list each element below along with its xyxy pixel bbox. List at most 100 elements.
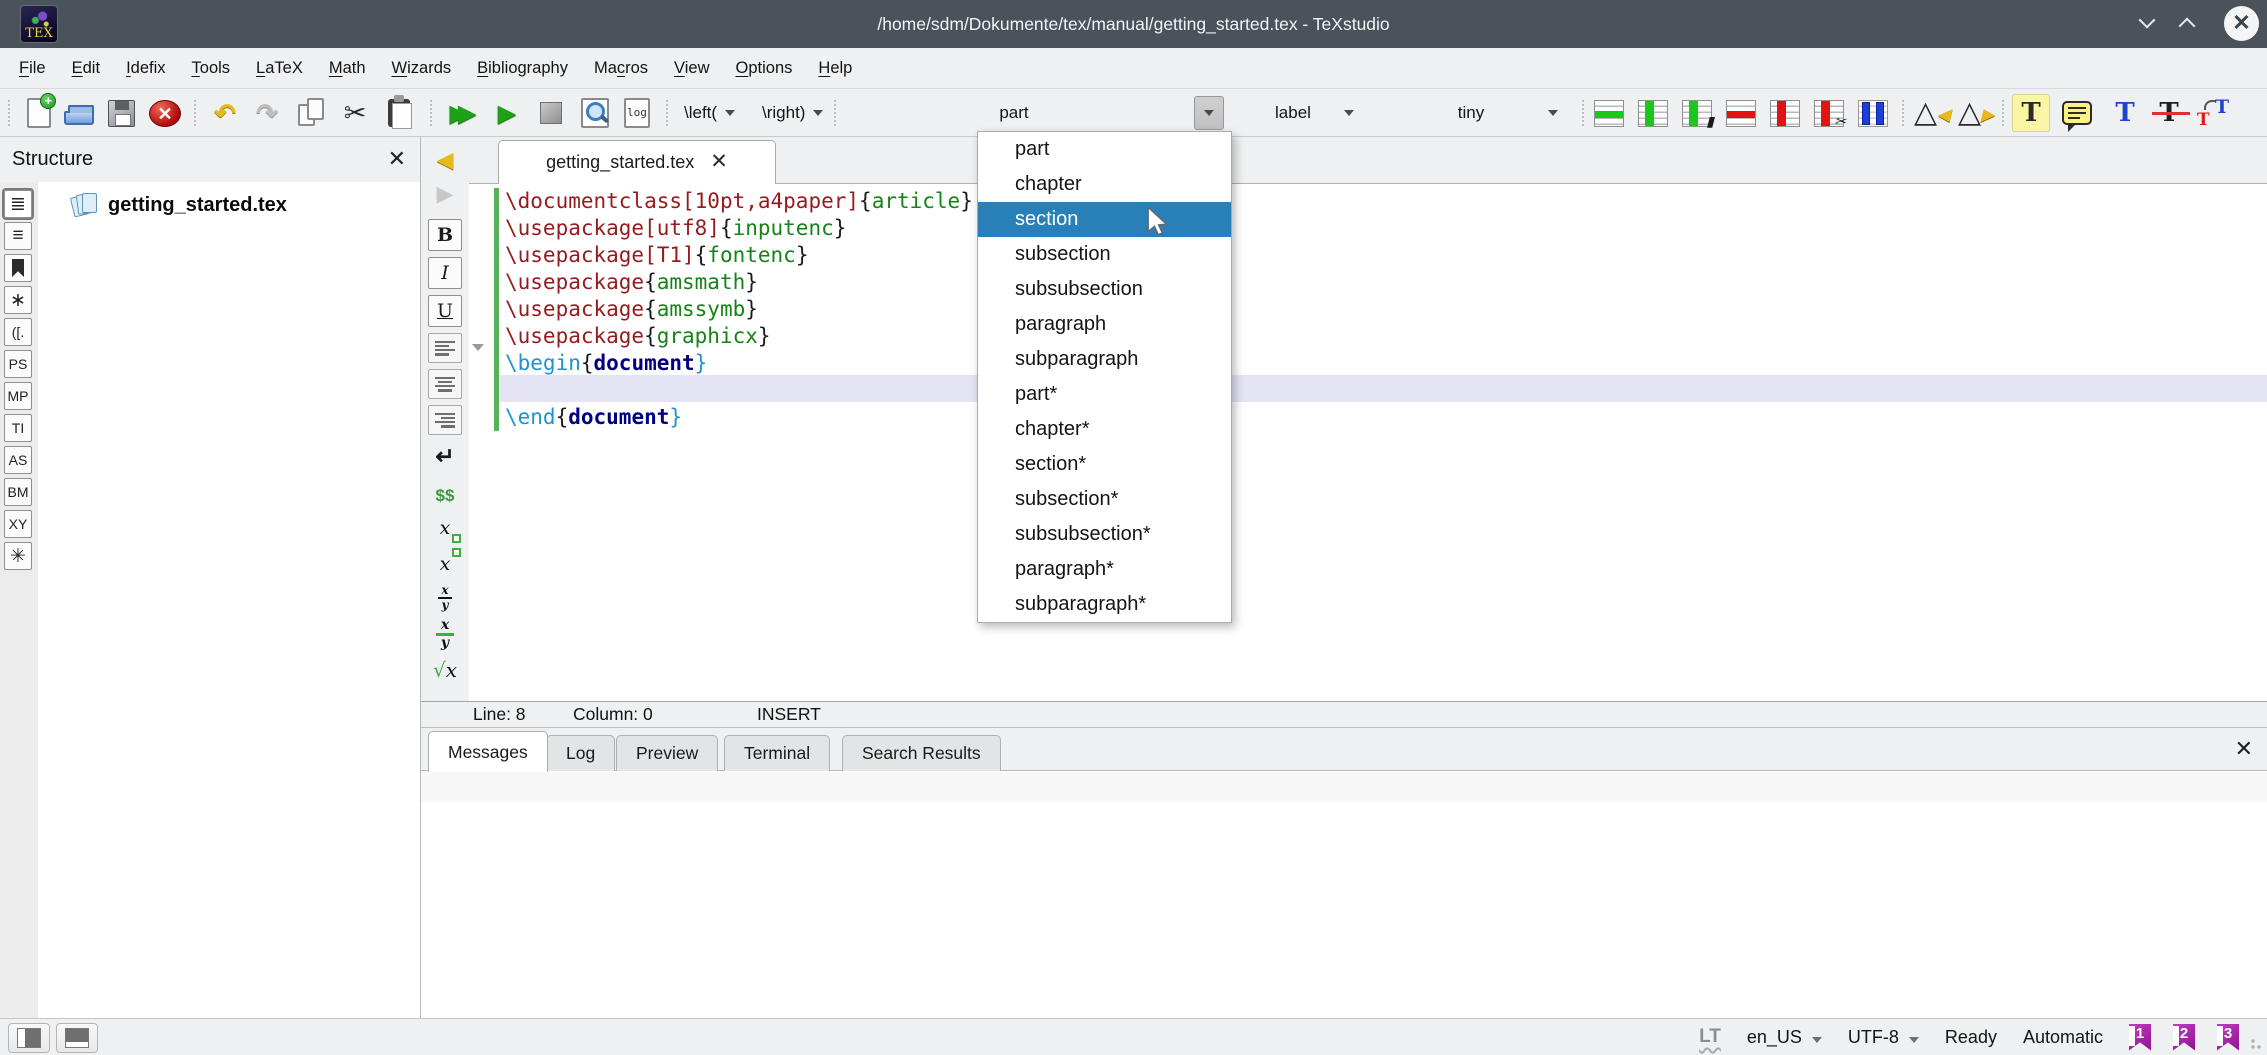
menu-wizards[interactable]: Wizards bbox=[379, 48, 465, 89]
previous-change-button[interactable]: △◀ bbox=[1910, 94, 1948, 132]
document-tab[interactable]: getting_started.tex ✕ bbox=[498, 140, 776, 184]
languagetool-indicator[interactable]: LT bbox=[1699, 1026, 1721, 1048]
toolbar-grip[interactable] bbox=[2002, 100, 2006, 126]
dropdown-item-subsubsection-star[interactable]: subsubsection* bbox=[978, 517, 1231, 552]
align-table-columns-button[interactable] bbox=[1854, 94, 1892, 132]
code-line-1[interactable]: \documentclass[10pt,a4paper]{article} bbox=[505, 188, 2267, 215]
toolbar-grip[interactable] bbox=[834, 100, 838, 126]
panel-tab-log[interactable]: Log bbox=[546, 735, 615, 771]
dropdown-item-paragraph-star[interactable]: paragraph* bbox=[978, 552, 1231, 587]
sidebar-tab-structure[interactable]: ≣ bbox=[4, 190, 32, 218]
dropdown-item-part-star[interactable]: part* bbox=[978, 377, 1231, 412]
close-document-button[interactable]: ✕ bbox=[146, 94, 184, 132]
maximize-button[interactable] bbox=[2172, 8, 2206, 40]
right-delimiter-dropdown[interactable]: \right) bbox=[756, 94, 829, 132]
code-line-4[interactable]: \usepackage{amsmath} bbox=[505, 269, 2267, 296]
align-center-button[interactable] bbox=[428, 369, 462, 399]
view-pdf-button[interactable] bbox=[576, 94, 614, 132]
toolbar-grip[interactable] bbox=[194, 100, 198, 126]
add-comment-button[interactable] bbox=[2058, 94, 2096, 132]
display-math-button[interactable]: $$ bbox=[428, 481, 462, 511]
code-line-9[interactable]: \end{document} bbox=[505, 404, 2267, 431]
code-line-5[interactable]: \usepackage{amssymb} bbox=[505, 296, 2267, 323]
cut-table-column-button[interactable]: ✂ bbox=[1810, 94, 1848, 132]
toolbar-grip[interactable] bbox=[1902, 100, 1906, 126]
sidebar-tab-xypic[interactable]: XY bbox=[4, 510, 32, 538]
menu-idefix[interactable]: Idefix bbox=[113, 48, 178, 89]
fraction-button[interactable]: xy bbox=[428, 619, 462, 649]
menu-options[interactable]: Options bbox=[723, 48, 806, 89]
small-fraction-button[interactable]: xy bbox=[428, 583, 462, 613]
sidebar-tab-pstricks[interactable]: PS bbox=[4, 350, 32, 378]
menu-tools[interactable]: Tools bbox=[179, 48, 244, 89]
sidebar-tab-asymptote[interactable]: AS bbox=[4, 446, 32, 474]
square-root-button[interactable]: √x bbox=[428, 655, 462, 685]
panel-tab-messages[interactable]: Messages bbox=[428, 731, 548, 772]
newline-button[interactable]: ↵ bbox=[428, 441, 462, 471]
add-table-row-button[interactable] bbox=[1590, 94, 1628, 132]
dropdown-item-subparagraph-star[interactable]: subparagraph* bbox=[978, 587, 1231, 622]
messages-panel-close-button[interactable]: ✕ bbox=[2235, 736, 2253, 762]
bold-button[interactable]: B bbox=[428, 219, 462, 251]
language-select[interactable]: en_US bbox=[1747, 1027, 1822, 1048]
code-line-6[interactable]: \usepackage{graphicx} bbox=[505, 323, 2267, 350]
superscript-button[interactable]: x bbox=[428, 549, 462, 579]
left-delimiter-dropdown[interactable]: \left( bbox=[678, 94, 741, 132]
bookmark-2-icon[interactable]: 2 bbox=[2173, 1024, 2195, 1051]
next-change-button[interactable]: △▶ bbox=[1954, 94, 1992, 132]
compile-button[interactable]: ▶ bbox=[488, 94, 526, 132]
code-line-2[interactable]: \usepackage[utf8]{inputenc} bbox=[505, 215, 2267, 242]
dropdown-item-subparagraph[interactable]: subparagraph bbox=[978, 342, 1231, 377]
panel-tab-preview[interactable]: Preview bbox=[616, 735, 718, 771]
remove-table-column-button[interactable] bbox=[1766, 94, 1804, 132]
underline-button[interactable]: U bbox=[428, 295, 462, 327]
toolbar-grip[interactable] bbox=[430, 100, 434, 126]
code-line-8[interactable] bbox=[505, 377, 2267, 404]
menu-edit[interactable]: Edit bbox=[59, 48, 113, 89]
line-ending-mode[interactable]: Automatic bbox=[2023, 1027, 2103, 1048]
dropdown-item-subsubsection[interactable]: subsubsection bbox=[978, 272, 1231, 307]
paste-table-column-button[interactable]: ▮ bbox=[1678, 94, 1716, 132]
font-size-combobox[interactable]: tiny bbox=[1396, 94, 1576, 132]
font-size-combobox-arrow[interactable] bbox=[1538, 96, 1568, 130]
menu-bibliography[interactable]: Bibliography bbox=[464, 48, 581, 89]
subscript-button[interactable]: x bbox=[428, 513, 462, 543]
dropdown-item-section[interactable]: section bbox=[978, 202, 1231, 237]
text-color-button[interactable]: T bbox=[2106, 94, 2144, 132]
dropdown-item-subsection-star[interactable]: subsection* bbox=[978, 482, 1231, 517]
new-document-button[interactable]: + bbox=[20, 94, 58, 132]
add-table-column-button[interactable] bbox=[1634, 94, 1672, 132]
menu-latex[interactable]: LaTeX bbox=[243, 48, 316, 89]
highlight-text-button[interactable]: T bbox=[2012, 94, 2050, 132]
open-button[interactable] bbox=[60, 94, 98, 132]
code-line-7[interactable]: \begin{document} bbox=[505, 350, 2267, 377]
sidebar-tab-bookmarks[interactable] bbox=[4, 254, 32, 282]
build-and-view-button[interactable]: ▶▶ bbox=[444, 94, 482, 132]
align-right-button[interactable] bbox=[428, 405, 462, 435]
sidebar-tab-symbols[interactable]: ∗ bbox=[4, 286, 32, 314]
sidebar-tab-beamer[interactable]: BM bbox=[4, 478, 32, 506]
undo-button[interactable]: ↶ bbox=[206, 94, 244, 132]
dropdown-item-section-star[interactable]: section* bbox=[978, 447, 1231, 482]
view-log-button[interactable]: log bbox=[618, 94, 656, 132]
dropdown-item-chapter-star[interactable]: chapter* bbox=[978, 412, 1231, 447]
panel-tab-search-results[interactable]: Search Results bbox=[842, 735, 1001, 771]
toggle-structure-panel-button[interactable] bbox=[8, 1023, 50, 1053]
replace-text-button[interactable]: TT bbox=[2194, 94, 2232, 132]
close-window-button[interactable]: ✕ bbox=[2224, 6, 2259, 41]
cut-button[interactable]: ✂ bbox=[336, 94, 374, 132]
sidebar-tab-tikz[interactable]: TI bbox=[4, 414, 32, 442]
label-combobox-arrow[interactable] bbox=[1334, 96, 1364, 130]
toolbar-grip[interactable] bbox=[8, 100, 12, 126]
sidebar-tab-misc-symbols[interactable]: ✳ bbox=[4, 542, 32, 570]
sectioning-combobox-arrow[interactable] bbox=[1194, 96, 1224, 130]
fold-marker-icon[interactable] bbox=[472, 344, 484, 351]
strikeout-text-button[interactable]: T bbox=[2150, 94, 2188, 132]
structure-root-item[interactable]: getting_started.tex bbox=[72, 192, 287, 218]
italic-button[interactable]: I bbox=[428, 257, 462, 289]
minimize-button[interactable] bbox=[2132, 8, 2166, 40]
align-left-button[interactable] bbox=[428, 333, 462, 363]
toolbar-grip[interactable] bbox=[1582, 100, 1586, 126]
bookmark-3-icon[interactable]: 3 bbox=[2217, 1024, 2239, 1051]
label-combobox[interactable]: label bbox=[1244, 94, 1372, 132]
